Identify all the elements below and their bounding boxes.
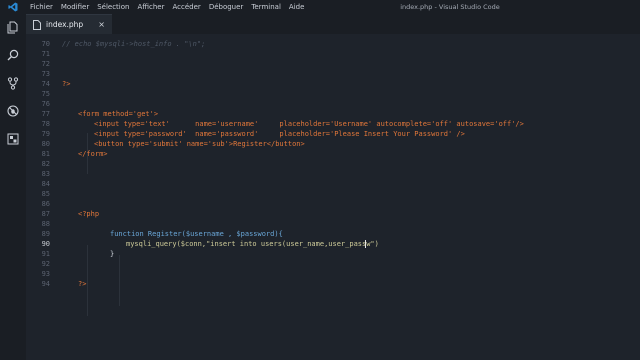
line-number: 71 <box>41 50 50 58</box>
line-number: 78 <box>41 120 50 128</box>
line-number: 72 <box>41 60 50 68</box>
code-line-86: 86 <box>26 199 640 209</box>
code-line-91: 91} <box>26 249 640 259</box>
editor: index.php × 70 // echo $mysqli->host_info… <box>26 14 640 360</box>
menu-selection[interactable]: Sélection <box>93 0 133 14</box>
line-text: <input type='text' name='username' place… <box>94 120 524 128</box>
code-line-88: 88 <box>26 219 640 229</box>
window-title-text: index.php - Visual Studio Code <box>400 3 500 11</box>
menu-afficher[interactable]: Afficher <box>133 0 168 14</box>
code-line-94: 94 ?> <box>26 279 640 289</box>
code-line-89: 89 function Register($username , $passwor… <box>26 229 640 239</box>
menu-fichier[interactable]: Fichier <box>26 0 57 14</box>
line-text: ?> <box>62 80 71 88</box>
extensions-icon[interactable] <box>6 132 20 146</box>
menu-aide[interactable]: Aide <box>285 0 308 14</box>
close-icon[interactable]: × <box>98 20 105 29</box>
line-number: 91 <box>41 250 50 258</box>
line-number: 76 <box>41 100 50 108</box>
line-number: 89 <box>41 230 50 238</box>
line-number: 94 <box>41 280 50 288</box>
title-bar: Fichier Modifier Sélection Afficher Accé… <box>0 0 640 14</box>
line-number: 73 <box>41 70 50 78</box>
explorer-icon[interactable] <box>6 20 20 34</box>
tab-index-php[interactable]: index.php × <box>26 14 112 34</box>
code-line-74: 74 ?> <box>26 79 640 89</box>
line-text: <input type='password' name='password' p… <box>94 130 465 138</box>
code-line-70: 70 // echo $mysqli->host_info . "\n"; <box>26 39 640 49</box>
tab-filename: index.php <box>46 20 84 29</box>
code-area[interactable]: 70// echo $mysqli->host_info . "\n"; 71 … <box>26 35 640 355</box>
code-line-93: 93 <box>26 269 640 279</box>
line-number: 79 <box>41 130 50 138</box>
menu-terminal[interactable]: Terminal <box>247 0 285 14</box>
line-text: mysqli_query($conn,"insert into users(us… <box>126 240 379 248</box>
code-line-75: 75 <box>26 89 640 99</box>
line-number: 93 <box>41 270 50 278</box>
activity-bar <box>0 14 26 360</box>
code-line-80: 80 <button type='submit' name='sub'>Regis… <box>26 139 640 149</box>
code-line-92: 92 <box>26 259 640 269</box>
tab-bar: index.php × <box>26 14 640 34</box>
menu-acceder[interactable]: Accéder <box>169 0 205 14</box>
code-line-76: 76 <box>26 99 640 109</box>
line-number: 84 <box>41 180 50 188</box>
code-line-82: 82 <box>26 159 640 169</box>
line-text: <?php <box>78 210 100 218</box>
line-text: function Register($username , $password)… <box>110 230 283 238</box>
vscode-logo-icon <box>0 0 26 14</box>
debug-icon[interactable] <box>6 104 20 118</box>
code-line-78: 78 <input type='text' name='username' pla… <box>26 119 640 129</box>
code-line-71: 71 <box>26 49 640 59</box>
line-number: 77 <box>41 110 50 118</box>
code-line-77: 77 <form method='get'> <box>26 109 640 119</box>
line-number: 83 <box>41 170 50 178</box>
code-line-72: 72 <box>26 59 640 69</box>
code-line-79: 79 <input type='password' name='password'… <box>26 129 640 139</box>
line-number: 88 <box>41 220 50 228</box>
code-line-90: 90 mysqli_query($conn,"insert into users(… <box>26 239 640 249</box>
line-number: 90 <box>41 240 50 248</box>
line-number: 87 <box>41 210 50 218</box>
text-cursor <box>365 240 366 248</box>
search-icon[interactable] <box>6 48 20 62</box>
line-number: 85 <box>41 190 50 198</box>
line-text: <form method='get'> <box>78 110 159 118</box>
code-line-87: 87 <?php <box>26 209 640 219</box>
menu-bar: Fichier Modifier Sélection Afficher Accé… <box>26 0 308 14</box>
code-line-83: 83 <box>26 169 640 179</box>
line-text: </form> <box>78 150 108 158</box>
line-number: 74 <box>41 80 50 88</box>
line-text: <button type='submit' name='sub'>Registe… <box>94 140 305 148</box>
code-line-73: 73 <box>26 69 640 79</box>
line-number: 80 <box>41 140 50 148</box>
line-number: 81 <box>41 150 50 158</box>
menu-deboguer[interactable]: Déboguer <box>205 0 248 14</box>
file-icon <box>33 19 41 30</box>
line-text: } <box>110 250 115 258</box>
line-number: 92 <box>41 260 50 268</box>
code-line-85: 85 <box>26 189 640 199</box>
line-text: // echo $mysqli->host_info . "\n"; <box>62 40 206 48</box>
menu-modifier[interactable]: Modifier <box>57 0 93 14</box>
line-text: ?> <box>78 280 87 288</box>
line-number: 86 <box>41 200 50 208</box>
line-number: 70 <box>41 40 50 48</box>
line-number: 75 <box>41 90 50 98</box>
line-number: 82 <box>41 160 50 168</box>
code-line-84: 84 <box>26 179 640 189</box>
source-control-icon[interactable] <box>6 76 20 90</box>
code-line-81: 81 </form> <box>26 149 640 159</box>
